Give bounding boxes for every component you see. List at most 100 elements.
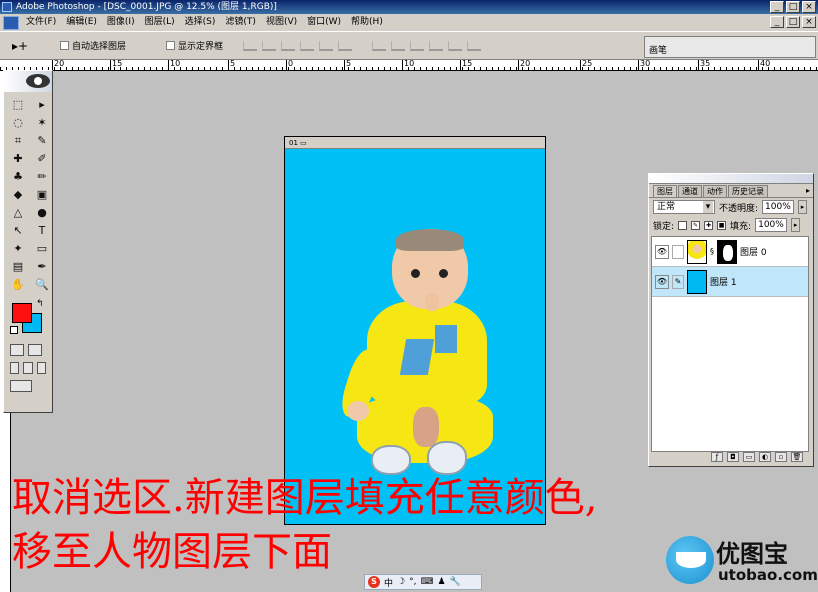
menu-view[interactable]: 视图(V) (261, 14, 302, 31)
close-button[interactable]: × (802, 1, 816, 13)
crop-tool-icon[interactable]: ⌗ (7, 132, 29, 149)
menu-window[interactable]: 窗口(W) (302, 14, 346, 31)
brush-palette-well[interactable]: 画笔 (644, 36, 816, 58)
tool-preset-picker[interactable]: ▸+ (12, 35, 46, 57)
layer-row[interactable]: 👁 ✎ 图层 1 (652, 267, 808, 297)
distribute-right-icon[interactable] (467, 40, 482, 51)
doc-close-button[interactable]: × (802, 16, 816, 28)
show-bounds-option[interactable]: 显示定界框 (166, 39, 223, 52)
tab-layers[interactable]: 图层 (653, 185, 677, 197)
hand-tool-icon[interactable]: ✋ (7, 276, 29, 293)
new-set-icon[interactable]: ▭ (743, 452, 755, 462)
wrench-icon[interactable]: 🔧 (450, 577, 461, 587)
menu-file[interactable]: 文件(F) (21, 14, 61, 31)
sogou-logo-icon[interactable]: S (368, 576, 380, 588)
menu-help[interactable]: 帮助(H) (346, 14, 388, 31)
distribute-top-icon[interactable] (372, 40, 387, 51)
punctuation-icon[interactable]: °, (409, 577, 416, 587)
document-titlebar[interactable]: 01 ▭ (285, 137, 545, 149)
doc-minimize-button[interactable]: _ (770, 16, 784, 28)
foreground-color-swatch[interactable] (12, 303, 32, 323)
lock-transparency-icon[interactable] (678, 220, 688, 230)
shape-tool-icon[interactable]: ▭ (31, 240, 53, 257)
panel-titlebar[interactable] (649, 174, 813, 184)
align-left-icon[interactable] (300, 40, 315, 51)
opacity-slider-button[interactable]: ▸ (798, 200, 808, 214)
move-tool-icon[interactable]: ▸ (31, 96, 53, 113)
align-right-icon[interactable] (338, 40, 353, 51)
blur-tool-icon[interactable]: △ (7, 204, 29, 221)
panel-menu-icon[interactable]: ▸ (806, 186, 810, 195)
minimize-button[interactable]: _ (770, 1, 784, 13)
fill-slider-button[interactable]: ▸ (791, 218, 801, 232)
lock-position-icon[interactable]: ✚ (704, 220, 714, 230)
zoom-tool-icon[interactable]: 🔍 (31, 276, 53, 293)
tab-channels[interactable]: 通道 (678, 185, 702, 197)
align-vcenter-icon[interactable] (262, 40, 277, 51)
keyboard-icon[interactable]: ⌨ (420, 577, 433, 587)
path-selection-tool-icon[interactable]: ↖ (7, 222, 29, 239)
standard-screen-icon[interactable] (10, 362, 20, 374)
delete-layer-icon[interactable]: 🗑 (791, 452, 803, 462)
lock-all-icon[interactable]: ■ (717, 220, 727, 230)
add-mask-icon[interactable]: ◘ (727, 452, 739, 462)
eraser-tool-icon[interactable]: ◆ (7, 186, 29, 203)
distribute-left-icon[interactable] (429, 40, 444, 51)
distribute-hcenter-icon[interactable] (448, 40, 463, 51)
align-bottom-icon[interactable] (281, 40, 296, 51)
layer-row[interactable]: 👁 § 图层 0 (652, 237, 808, 267)
align-hcenter-icon[interactable] (319, 40, 334, 51)
opacity-input[interactable]: 100% (762, 200, 795, 214)
clone-stamp-tool-icon[interactable]: ♣ (7, 168, 29, 185)
blend-mode-select[interactable]: 正常 (653, 200, 715, 214)
lasso-tool-icon[interactable]: ◌ (7, 114, 29, 131)
gradient-tool-icon[interactable]: ▣ (31, 186, 53, 203)
show-bounds-checkbox[interactable] (166, 41, 176, 50)
tab-actions[interactable]: 动作 (703, 185, 727, 197)
tab-history[interactable]: 历史记录 (728, 185, 768, 197)
lock-pixels-icon[interactable]: ✎ (691, 220, 701, 230)
dodge-tool-icon[interactable]: ● (31, 204, 53, 221)
distribute-bottom-icon[interactable] (410, 40, 425, 51)
paintbrush-icon[interactable]: ✎ (672, 274, 684, 289)
full-screen-menu-icon[interactable] (23, 362, 33, 374)
menu-edit[interactable]: 编辑(E) (61, 14, 102, 31)
history-brush-tool-icon[interactable]: ✏ (31, 168, 53, 185)
slice-tool-icon[interactable]: ✎ (31, 132, 53, 149)
adobe-eye-icon[interactable] (26, 74, 50, 88)
healing-brush-tool-icon[interactable]: ✚ (7, 150, 29, 167)
mask-chain-icon[interactable]: § (710, 247, 714, 256)
type-tool-icon[interactable]: T (31, 222, 53, 239)
visibility-eye-icon[interactable]: 👁 (655, 244, 669, 259)
imageready-icon[interactable] (10, 380, 32, 392)
ime-mode-label[interactable]: 中 (384, 576, 393, 589)
full-screen-icon[interactable] (36, 362, 46, 374)
maximize-button[interactable]: □ (786, 1, 800, 13)
document-canvas[interactable] (285, 149, 545, 524)
adjustment-layer-icon[interactable]: ◐ (759, 452, 771, 462)
notes-tool-icon[interactable]: ▤ (7, 258, 29, 275)
distribute-vcenter-icon[interactable] (391, 40, 406, 51)
fill-input[interactable]: 100% (755, 218, 788, 232)
doc-restore-button[interactable]: □ (786, 16, 800, 28)
marquee-tool-icon[interactable]: ⬚ (7, 96, 29, 113)
moon-icon[interactable]: ☽ (397, 577, 405, 587)
menu-image[interactable]: 图像(I) (102, 14, 140, 31)
quick-mask-mode-icon[interactable] (28, 344, 42, 356)
layer-style-icon[interactable]: ƒ (711, 452, 723, 462)
magic-wand-tool-icon[interactable]: ✶ (31, 114, 53, 131)
auto-select-checkbox[interactable] (60, 41, 69, 50)
visibility-eye-icon[interactable]: 👁 (655, 274, 669, 289)
standard-mode-icon[interactable] (10, 344, 24, 356)
menu-layer[interactable]: 图层(L) (140, 14, 180, 31)
layer-mask-thumbnail[interactable] (717, 239, 737, 264)
pen-tool-icon[interactable]: ✦ (7, 240, 29, 257)
swap-colors-icon[interactable]: ↰ (36, 299, 44, 309)
brush-tool-icon[interactable]: ✐ (31, 150, 53, 167)
auto-select-layer-option[interactable]: 自动选择图层 (60, 39, 126, 52)
eyedropper-tool-icon[interactable]: ✒ (31, 258, 53, 275)
user-icon[interactable]: ♟ (437, 577, 445, 587)
menu-filter[interactable]: 滤镜(T) (220, 14, 261, 31)
menu-select[interactable]: 选择(S) (180, 14, 221, 31)
align-top-icon[interactable] (243, 40, 258, 51)
